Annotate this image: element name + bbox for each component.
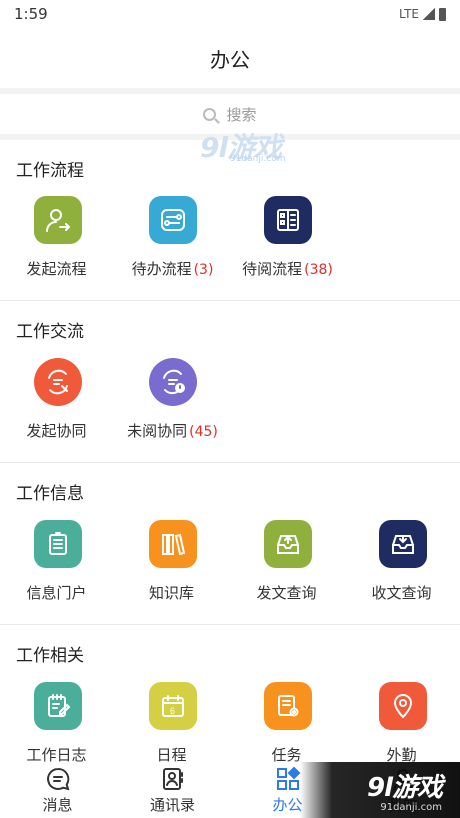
- tab-messages[interactable]: 消息: [0, 762, 115, 818]
- tab-label: 办公: [272, 795, 303, 814]
- tab-contacts[interactable]: 通讯录: [115, 762, 230, 818]
- apps-grid-icon: [276, 766, 300, 790]
- user-arrow-icon: [33, 196, 82, 244]
- tile-start-process[interactable]: 发起流程: [0, 196, 115, 279]
- contacts-icon: [162, 767, 183, 790]
- signal-icon: [423, 8, 435, 20]
- tile-to-read-process[interactable]: 待阅流程 (38): [230, 196, 345, 279]
- tile-outgoing-docs[interactable]: 发文查询: [230, 520, 345, 603]
- section-workflow: 工作流程 发起流程 待办流程 (3) 待阅流程 (38): [0, 140, 460, 301]
- search-placeholder: 搜索: [226, 105, 257, 124]
- tile-label: 知识库: [148, 584, 194, 602]
- corner-watermark-url: 91danji.com: [380, 802, 442, 813]
- tray-upload-icon: [263, 520, 312, 568]
- tab-label: 消息: [42, 795, 73, 814]
- section-title: 工作信息: [16, 484, 84, 504]
- tile-schedule[interactable]: 6 日程: [115, 682, 230, 765]
- document-icon: [33, 520, 82, 568]
- notepad-pen-icon: [33, 682, 82, 730]
- tile-label: 收文查询: [371, 584, 432, 602]
- page-title: 办公: [210, 47, 250, 72]
- tile-incoming-docs[interactable]: 收文查询: [345, 520, 460, 603]
- corner-watermark-text: 9l游戏: [366, 773, 443, 803]
- chat-bubble-icon: [46, 767, 69, 790]
- flow-switch-icon: [148, 196, 197, 244]
- status-indicators: LTE: [399, 7, 446, 21]
- status-bar: 1:59 LTE: [0, 0, 460, 28]
- tile-label: 发起协同: [26, 422, 87, 440]
- section-title: 工作相关: [16, 646, 84, 666]
- section-related: 工作相关 工作日志 6 日程 任务 外勤: [0, 625, 460, 765]
- section-title: 工作流程: [16, 161, 84, 181]
- search-area: 搜索: [0, 88, 460, 140]
- corner-watermark-logo: 9l游戏 91danji.com: [300, 762, 460, 818]
- tile-label: 未阅协同 (45): [127, 422, 218, 440]
- books-icon: [148, 520, 197, 568]
- collab-cursor-icon: [33, 358, 82, 406]
- tile-info-portal[interactable]: 信息门户: [0, 520, 115, 603]
- status-time: 1:59: [14, 5, 48, 23]
- page-title-bar: 办公: [0, 28, 460, 88]
- tray-download-icon: [378, 520, 427, 568]
- tab-label: 通讯录: [149, 795, 195, 814]
- task-gear-icon: [263, 682, 312, 730]
- tile-label: 发起流程: [26, 260, 87, 278]
- section-title: 工作交流: [16, 322, 84, 342]
- tile-start-collab[interactable]: 发起协同: [0, 358, 115, 441]
- network-label: LTE: [399, 7, 419, 21]
- search-input[interactable]: 搜索: [0, 94, 460, 134]
- checklist-book-icon: [263, 196, 312, 244]
- tile-label: 信息门户: [26, 584, 87, 602]
- tile-label: 待阅流程 (38): [242, 260, 333, 278]
- tile-tasks[interactable]: 任务: [230, 682, 345, 765]
- svg-text:6: 6: [170, 706, 175, 716]
- search-icon: [203, 107, 217, 121]
- collab-alert-icon: [148, 358, 197, 406]
- section-communication: 工作交流 发起协同 未阅协同 (45): [0, 301, 460, 463]
- tile-field-work[interactable]: 外勤: [345, 682, 460, 765]
- tile-work-log[interactable]: 工作日志: [0, 682, 115, 765]
- tile-knowledge-base[interactable]: 知识库: [115, 520, 230, 603]
- location-pin-icon: [378, 682, 427, 730]
- tile-label: 待办流程 (3): [131, 260, 214, 278]
- tile-unread-collab[interactable]: 未阅协同 (45): [115, 358, 230, 441]
- section-information: 工作信息 信息门户 知识库 发文查询 收文查询: [0, 463, 460, 625]
- calendar-icon: 6: [148, 682, 197, 730]
- tile-label: 发文查询: [256, 584, 317, 602]
- battery-icon: [439, 7, 446, 21]
- tile-pending-process[interactable]: 待办流程 (3): [115, 196, 230, 279]
